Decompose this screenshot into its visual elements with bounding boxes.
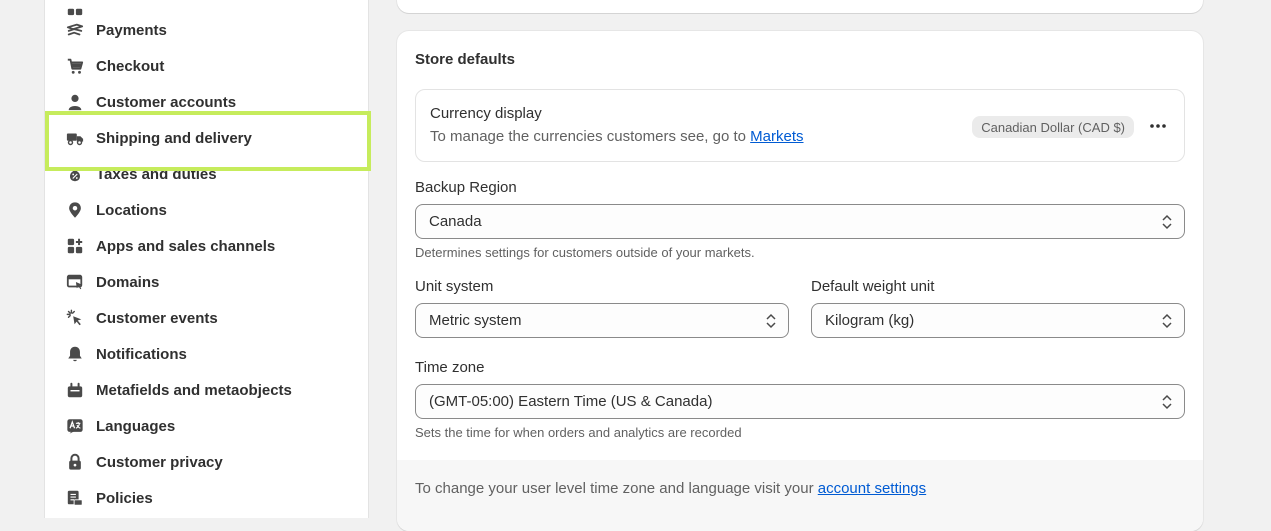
domains-icon	[65, 272, 85, 292]
lock-icon	[65, 452, 85, 472]
ellipsis-icon	[1150, 124, 1166, 128]
select-arrows-icon	[1162, 313, 1172, 329]
sidebar-item-label: Domains	[96, 273, 160, 291]
sidebar-item-languages[interactable]: Languages	[45, 408, 368, 444]
sidebar-item-customer-accounts[interactable]: Customer accounts	[45, 84, 368, 120]
time-zone-value: (GMT-05:00) Eastern Time (US & Canada)	[429, 393, 713, 410]
sidebar-item-policies[interactable]: Policies	[45, 480, 368, 516]
account-settings-link[interactable]: account settings	[818, 480, 926, 497]
backup-region-value: Canada	[429, 213, 482, 230]
footer-text-prefix: To change your user level time zone and …	[415, 480, 818, 497]
time-zone-select[interactable]: (GMT-05:00) Eastern Time (US & Canada)	[415, 384, 1185, 419]
currency-badge: Canadian Dollar (CAD $)	[972, 116, 1134, 138]
markets-link[interactable]: Markets	[750, 128, 803, 145]
sidebar-item-locations[interactable]: Locations	[45, 192, 368, 228]
sidebar-item-label: Checkout	[96, 57, 165, 75]
weight-unit-select[interactable]: Kilogram (kg)	[811, 303, 1185, 338]
payments-icon	[65, 20, 85, 40]
cursor-click-icon	[65, 308, 85, 328]
sidebar-item-label: Payments	[96, 21, 167, 39]
sidebar-item-label: Taxes and duties	[96, 165, 217, 183]
weight-unit-value: Kilogram (kg)	[825, 312, 915, 329]
location-pin-icon	[65, 200, 85, 220]
sidebar-item-shipping-and-delivery[interactable]: Shipping and delivery	[45, 120, 368, 156]
sidebar-item-apps-and-sales-channels[interactable]: Apps and sales channels	[45, 228, 368, 264]
select-arrows-icon	[766, 313, 776, 329]
sidebar-item-label: Languages	[96, 417, 176, 435]
unit-system-select[interactable]: Metric system	[415, 303, 789, 338]
tax-icon	[65, 164, 85, 184]
sidebar-item-label: Metafields and metaobjects	[96, 381, 292, 399]
sidebar-item-domains[interactable]: Domains	[45, 264, 368, 300]
sidebar-item-customer-events[interactable]: Customer events	[45, 300, 368, 336]
languages-icon	[65, 416, 85, 436]
sidebar-item-label: Apps and sales channels	[96, 237, 276, 255]
truck-icon	[65, 128, 85, 148]
currency-display-title: Currency display	[430, 105, 542, 122]
currency-display-description: To manage the currencies customers see, …	[430, 128, 804, 145]
sidebar-item-taxes-and-duties[interactable]: Taxes and duties	[45, 156, 368, 192]
card-title: Store defaults	[415, 51, 516, 68]
sidebar-item-payments[interactable]: Payments	[45, 12, 368, 48]
policies-icon	[65, 488, 85, 508]
sidebar-item-label: Policies	[96, 489, 153, 507]
backup-region-help: Determines settings for customers outsid…	[415, 245, 755, 260]
currency-display-box: Currency display To manage the currencie…	[415, 89, 1185, 162]
sidebar-item-metafields-and-metaobjects[interactable]: Metafields and metaobjects	[45, 372, 368, 408]
more-actions-button[interactable]	[1146, 114, 1170, 138]
sidebar-item-customer-privacy[interactable]: Customer privacy	[45, 444, 368, 480]
currency-desc-text: To manage the currencies customers see, …	[430, 128, 751, 145]
sidebar-item-label: Customer privacy	[96, 453, 223, 471]
weight-unit-label: Default weight unit	[811, 278, 935, 295]
person-icon	[65, 92, 85, 112]
cart-icon	[65, 56, 85, 76]
sidebar-item-checkout[interactable]: Checkout	[45, 48, 368, 84]
settings-sidebar: Payments Checkout Customer accounts Ship…	[44, 0, 369, 518]
sidebar-item-notifications[interactable]: Notifications	[45, 336, 368, 372]
sidebar-item-label: Notifications	[96, 345, 187, 363]
metafields-icon	[65, 380, 85, 400]
time-zone-label: Time zone	[415, 359, 485, 376]
unit-system-label: Unit system	[415, 278, 494, 295]
sidebar-item-label: Shipping and delivery	[96, 129, 252, 147]
sidebar-item-label: Customer accounts	[96, 93, 237, 111]
select-arrows-icon	[1162, 394, 1172, 410]
bell-icon	[65, 344, 85, 364]
store-defaults-card: Store defaults Currency display To manag…	[397, 31, 1203, 531]
apps-icon	[65, 236, 85, 256]
backup-region-label: Backup Region	[415, 179, 517, 196]
unit-system-value: Metric system	[429, 312, 522, 329]
backup-region-select[interactable]: Canada	[415, 204, 1185, 239]
card-footer: To change your user level time zone and …	[397, 460, 1203, 531]
sidebar-item-label: Locations	[96, 201, 167, 219]
sidebar-item-label: Customer events	[96, 309, 218, 327]
select-arrows-icon	[1162, 214, 1172, 230]
footer-text: To change your user level time zone and …	[415, 480, 926, 497]
previous-card	[397, 0, 1203, 13]
time-zone-help: Sets the time for when orders and analyt…	[415, 425, 742, 440]
